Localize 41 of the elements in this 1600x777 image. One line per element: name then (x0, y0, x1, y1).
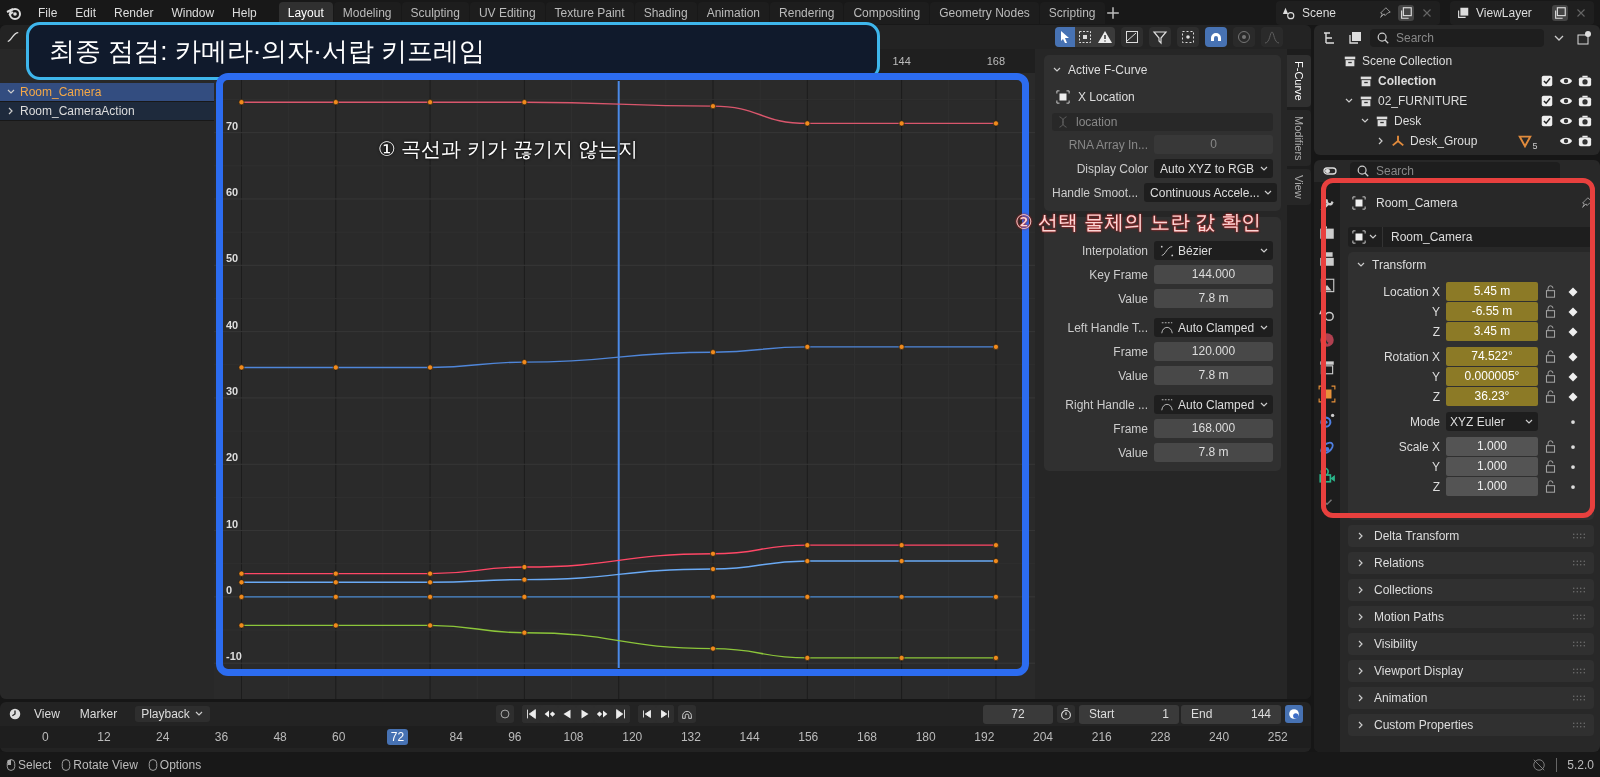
property-label: Rotation X (1382, 349, 1440, 364)
child-count: 5 (1532, 141, 1538, 151)
value-tick-label: 50 (225, 252, 238, 265)
property-label: RNA Array In... (1067, 137, 1148, 152)
value-tick-label: 10 (225, 517, 238, 530)
property-label: Value (1117, 445, 1148, 460)
property-label: Interpolation (1080, 243, 1148, 258)
status-hint: Select (18, 757, 52, 772)
property-label: Frame (1112, 421, 1148, 436)
property-label: Y (1431, 459, 1440, 474)
annotation-callout: 최종 점검: 카메라·의자·서랍 키프레임 (26, 22, 880, 80)
property-label: Mode (1408, 414, 1440, 429)
status-hint: Options (159, 757, 202, 772)
property-label: Handle Smoot... (1052, 185, 1139, 200)
value-tick-label: 0 (225, 583, 232, 596)
property-label: Z (1431, 324, 1440, 339)
value-tick-label: 30 (225, 384, 238, 397)
property-label: Z (1431, 479, 1440, 494)
value-tick-label: -10 (225, 650, 242, 663)
frame-tick-label: 144 (892, 55, 911, 67)
status-hint: Rotate View (73, 757, 138, 772)
property-label: Display Color (1075, 161, 1148, 176)
frame-tick-label: 168 (986, 55, 1005, 67)
property-label: Y (1431, 369, 1440, 384)
property-label: Value (1117, 368, 1148, 383)
object-name: Room_Camera (1376, 196, 1458, 210)
property-label: Y (1431, 304, 1440, 319)
value-tick-label: 60 (225, 186, 238, 198)
value-tick-label: 20 (225, 451, 238, 464)
property-label: Scale X (1397, 439, 1440, 454)
value-tick-label: 40 (225, 318, 238, 331)
value-tick-label: 70 (225, 119, 238, 132)
property-label: Value (1117, 291, 1148, 306)
property-label: Key Frame (1088, 267, 1148, 282)
property-label: Z (1431, 389, 1440, 404)
version-label: 5.2.0 (1567, 757, 1594, 772)
property-label: Right Handle ... (1064, 397, 1148, 412)
property-label: Frame (1112, 344, 1148, 359)
channel-name: X Location (1078, 90, 1135, 104)
property-label: Left Handle T... (1066, 320, 1148, 335)
property-label: Location X (1382, 284, 1440, 299)
